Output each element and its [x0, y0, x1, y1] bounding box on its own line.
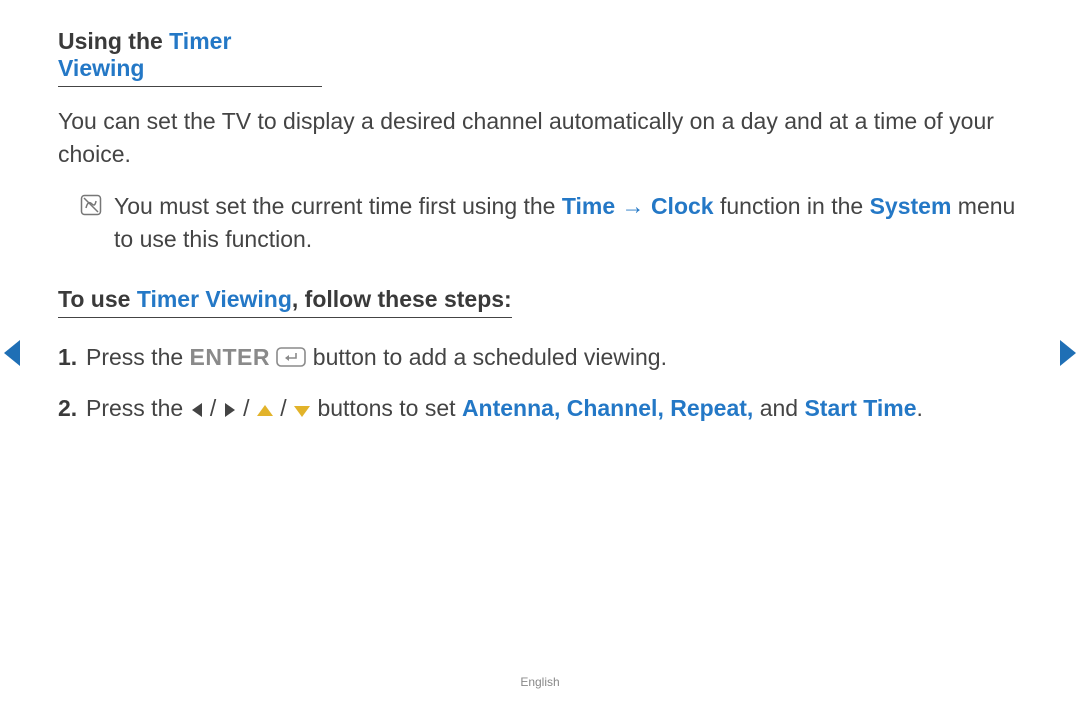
- step-number: 1.: [58, 340, 86, 375]
- subheading-suffix: , follow these steps:: [292, 286, 512, 312]
- step1-p1: Press the: [86, 344, 190, 370]
- note-block: You must set the current time first usin…: [58, 190, 1022, 257]
- note-system: System: [870, 193, 952, 219]
- sep3: /: [274, 395, 293, 421]
- note-text: You must set the current time first usin…: [114, 190, 1022, 257]
- right-triangle-icon: [223, 393, 237, 428]
- sep1: /: [204, 395, 223, 421]
- enter-icon: [276, 342, 306, 377]
- subheading-accent: Timer Viewing: [137, 286, 292, 312]
- step2-and: and: [753, 395, 804, 421]
- subheading: To use Timer Viewing, follow these steps…: [58, 286, 512, 318]
- sep2: /: [237, 395, 256, 421]
- note-part2: function in the: [714, 193, 870, 219]
- page-heading: Using the Timer Viewing: [58, 28, 322, 87]
- step2-p1: Press the: [86, 395, 190, 421]
- intro-paragraph: You can set the TV to display a desired …: [58, 105, 1022, 172]
- step2-p2: buttons to set: [311, 395, 462, 421]
- note-arrow: →: [615, 193, 651, 219]
- step1-p2: button to add a scheduled viewing.: [313, 344, 667, 370]
- footer-language: English: [0, 675, 1080, 689]
- enter-label: ENTER: [190, 344, 270, 370]
- step2-period: .: [917, 395, 923, 421]
- step-body: Press the ENTER button to add a schedule…: [86, 340, 1022, 377]
- step-1: 1. Press the ENTER button to add a sched…: [58, 340, 1022, 377]
- step2-a2: Start Time: [804, 395, 916, 421]
- left-triangle-icon: [190, 393, 204, 428]
- steps-list: 1. Press the ENTER button to add a sched…: [58, 340, 1022, 427]
- up-triangle-icon: [256, 393, 274, 428]
- subheading-prefix: To use: [58, 286, 137, 312]
- step-number: 2.: [58, 391, 86, 426]
- heading-prefix: Using the: [58, 28, 169, 54]
- nav-prev-button[interactable]: [0, 338, 22, 368]
- down-triangle-icon: [293, 393, 311, 428]
- step2-a1: Antenna, Channel, Repeat,: [462, 395, 753, 421]
- note-time: Time: [562, 193, 615, 219]
- note-part1: You must set the current time first usin…: [114, 193, 562, 219]
- nav-next-button[interactable]: [1058, 338, 1080, 368]
- page-content: Using the Timer Viewing You can set the …: [0, 0, 1080, 427]
- note-icon: [80, 194, 102, 216]
- step-body: Press the / / / buttons to set Antenna, …: [86, 391, 1022, 428]
- step-2: 2. Press the / / / buttons to set Antenn…: [58, 391, 1022, 428]
- note-clock: Clock: [651, 193, 714, 219]
